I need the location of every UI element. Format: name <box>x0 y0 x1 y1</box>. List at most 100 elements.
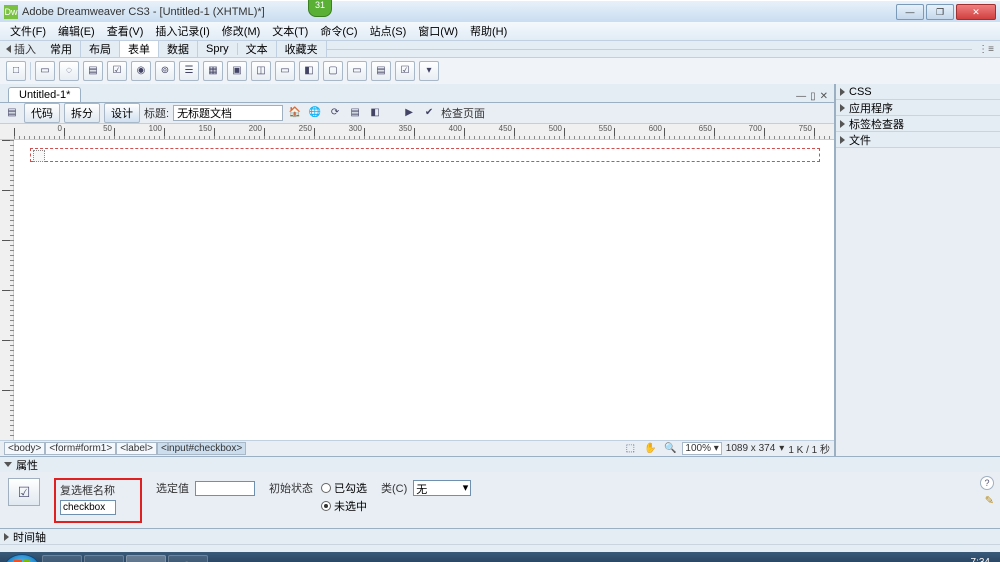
notification-badge[interactable]: 31 <box>308 0 332 17</box>
status-bar: <body> <form#form1> <label> <input#check… <box>0 440 834 456</box>
class-select[interactable]: 无 ▾ <box>413 480 471 496</box>
checkbox-element[interactable] <box>33 150 45 162</box>
hidden-icon[interactable]: ◌ <box>59 61 79 81</box>
insert-bar-options[interactable]: ⋮≡ <box>972 44 1000 55</box>
button-icon[interactable]: ▭ <box>275 61 295 81</box>
preview-icon[interactable]: ▶ <box>401 105 417 121</box>
hand-tool-icon[interactable]: ✋ <box>642 441 658 457</box>
view-split-button[interactable]: 拆分 <box>64 103 100 123</box>
insert-tab-forms[interactable]: 表单 <box>120 41 159 57</box>
file-mgmt-icon[interactable]: ▤ <box>347 105 363 121</box>
menu-window[interactable]: 窗口(W) <box>412 23 464 39</box>
radio-unchecked[interactable] <box>321 501 331 511</box>
triangle-icon <box>840 88 845 96</box>
menu-file[interactable]: 文件(F) <box>4 23 52 39</box>
properties-header[interactable]: 属性 <box>0 456 1000 472</box>
maximize-button[interactable]: ❐ <box>926 4 954 20</box>
insert-tab-data[interactable]: 数据 <box>159 41 198 57</box>
radiogroup-icon[interactable]: ⊚ <box>155 61 175 81</box>
check-page-label[interactable]: 检查页面 <box>441 105 485 121</box>
spry-validation-text-icon[interactable]: ▭ <box>347 61 367 81</box>
document-tab[interactable]: Untitled-1* <box>8 87 81 102</box>
close-button[interactable]: ✕ <box>956 4 996 20</box>
panel-app-header[interactable]: 应用程序 <box>836 100 1000 116</box>
triangle-icon <box>6 45 11 53</box>
textfield-icon[interactable]: ▭ <box>35 61 55 81</box>
earth-icon[interactable]: 🏠 <box>287 105 303 121</box>
help-icon[interactable]: ? <box>980 476 994 490</box>
menu-modify[interactable]: 修改(M) <box>216 23 267 39</box>
refresh-icon[interactable]: ⟳ <box>327 105 343 121</box>
design-canvas[interactable] <box>14 140 834 440</box>
highlight-box: 复选框名称 <box>54 478 142 523</box>
start-button[interactable] <box>4 554 40 562</box>
tag-body[interactable]: <body> <box>4 442 45 455</box>
fieldset-icon[interactable]: ▢ <box>323 61 343 81</box>
class-label: 类(C) <box>381 480 407 496</box>
panel-body <box>836 148 1000 456</box>
doc-minimize[interactable]: — <box>796 91 806 102</box>
clock[interactable]: 7:34 2018/3/9 <box>951 557 990 562</box>
spry-validation-textarea-icon[interactable]: ▤ <box>371 61 391 81</box>
panel-css-header[interactable]: CSS <box>836 84 1000 100</box>
timeline-header[interactable]: 时间轴 <box>0 528 1000 544</box>
browser-check-icon[interactable]: ✔ <box>421 105 437 121</box>
insert-tab-text[interactable]: 文本 <box>238 41 277 57</box>
file-field-icon[interactable]: ◫ <box>251 61 271 81</box>
menu-text[interactable]: 文本(T) <box>266 23 314 39</box>
list-icon[interactable]: ☰ <box>179 61 199 81</box>
radio-checked[interactable] <box>321 483 331 493</box>
window-size[interactable]: 1089 x 374 <box>726 443 776 454</box>
view-code-button[interactable]: 代码 <box>24 103 60 123</box>
taskbar-dreamweaver[interactable]: Dw <box>126 555 166 562</box>
insert-tab-common[interactable]: 常用 <box>42 41 81 57</box>
insert-tab-layout[interactable]: 布局 <box>81 41 120 57</box>
view-design-button[interactable]: 设计 <box>104 103 140 123</box>
nav-icon[interactable]: ◧ <box>367 105 383 121</box>
menu-commands[interactable]: 命令(C) <box>314 23 363 39</box>
tag-form[interactable]: <form#form1> <box>45 442 116 455</box>
menu-site[interactable]: 站点(S) <box>364 23 413 39</box>
minimize-button[interactable]: — <box>896 4 924 20</box>
menu-insert[interactable]: 插入记录(I) <box>149 23 215 39</box>
menu-view[interactable]: 查看(V) <box>101 23 150 39</box>
image-field-icon[interactable]: ▣ <box>227 61 247 81</box>
tag-label[interactable]: <label> <box>116 442 157 455</box>
tag-selector[interactable]: <body> <form#form1> <label> <input#check… <box>4 442 246 455</box>
checkbox-icon[interactable]: ☑ <box>107 61 127 81</box>
quick-tag-icon[interactable]: ✎ <box>985 494 994 507</box>
insert-label[interactable]: 插入 <box>0 41 42 57</box>
select-tool-icon[interactable]: ⬚ <box>622 441 638 457</box>
zoom-tool-icon[interactable]: 🔍 <box>662 441 678 457</box>
globe-icon[interactable]: 🌐 <box>307 105 323 121</box>
insert-tab-spry[interactable]: Spry <box>198 43 238 55</box>
form-icon[interactable]: □ <box>6 61 26 81</box>
radio-icon[interactable]: ◉ <box>131 61 151 81</box>
panel-tag-header[interactable]: 标签检查器 <box>836 116 1000 132</box>
spry-validation-select-icon[interactable]: ▾ <box>419 61 439 81</box>
textarea-icon[interactable]: ▤ <box>83 61 103 81</box>
doc-close[interactable]: ✕ <box>820 91 828 102</box>
menu-edit[interactable]: 编辑(E) <box>52 23 101 39</box>
doc-restore[interactable]: ▯ <box>810 91 816 102</box>
menu-help[interactable]: 帮助(H) <box>464 23 513 39</box>
checkbox-name-input[interactable] <box>60 500 116 515</box>
taskbar-ie[interactable]: e <box>42 555 82 562</box>
page-title-input[interactable] <box>173 105 283 121</box>
window-titlebar: Dw Adobe Dreamweaver CS3 - [Untitled-1 (… <box>0 0 1000 22</box>
zoom-select[interactable]: 100% ▾ <box>682 442 721 455</box>
taskbar-explorer[interactable]: ▢ <box>84 555 124 562</box>
checkbox-type-icon: ☑ <box>8 478 40 506</box>
jumpmenu-icon[interactable]: ▦ <box>203 61 223 81</box>
insert-tab-fav[interactable]: 收藏夹 <box>277 41 327 57</box>
tray-device-icon[interactable]: 🖴 <box>895 559 906 562</box>
tag-input[interactable]: <input#checkbox> <box>157 442 246 455</box>
windows-taskbar: e ▢ Dw 🎨 ⚑ ⊡ ⛨ ▲ 🖴 🔊 📶 7:34 2018/3/9 <box>0 552 1000 562</box>
checked-value-input[interactable] <box>195 481 255 496</box>
taskbar-paint[interactable]: 🎨 <box>168 555 208 562</box>
panel-files-header[interactable]: 文件 <box>836 132 1000 148</box>
spry-validation-checkbox-icon[interactable]: ☑ <box>395 61 415 81</box>
label-icon[interactable]: ◧ <box>299 61 319 81</box>
layout-icon[interactable]: ▤ <box>4 105 20 121</box>
form-element[interactable] <box>30 148 820 162</box>
